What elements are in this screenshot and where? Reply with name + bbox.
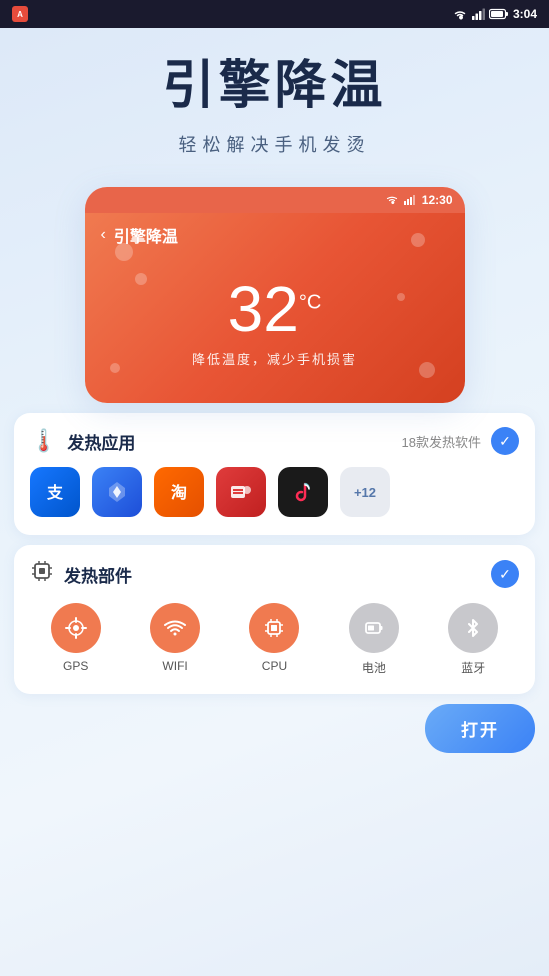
gps-icon xyxy=(51,603,101,653)
heat-components-card: 发热部件 ✓ GPS xyxy=(14,545,535,694)
app-alipay-icon: 支 xyxy=(30,467,80,517)
app-qq-icon xyxy=(216,467,266,517)
phone-status-bar: 12:30 xyxy=(85,187,465,213)
app-feishu-icon xyxy=(92,467,142,517)
app-qq-wrapper xyxy=(216,467,266,517)
app-taobao-icon: 淘 xyxy=(154,467,204,517)
phone-wifi-icon xyxy=(386,195,398,205)
svg-text:淘: 淘 xyxy=(171,483,187,502)
open-button[interactable]: 打开 xyxy=(425,704,535,753)
status-right: 3:04 xyxy=(453,7,537,21)
status-left: A xyxy=(12,6,28,22)
app-icon: A xyxy=(12,6,28,22)
heat-apps-header: 🌡️ 发热应用 18款发热软件 ✓ xyxy=(30,427,519,455)
heat-components-check[interactable]: ✓ xyxy=(491,560,519,588)
app-tiktok-wrapper xyxy=(278,467,328,517)
app-taobao-wrapper: 淘 xyxy=(154,467,204,517)
temp-number: 32 xyxy=(228,273,299,345)
phone-status-time: 12:30 xyxy=(422,193,453,207)
back-arrow-icon: ‹ xyxy=(101,226,106,244)
bluetooth-label: 蓝牙 xyxy=(461,659,485,676)
phone-signal-icon xyxy=(404,195,416,205)
temperature-display: 32°C 降低温度，减少手机损害 xyxy=(101,267,449,383)
phone-mockup: 12:30 ‹ 引擎降温 32°C 降低温度， xyxy=(85,187,465,403)
app-more-wrapper: +12 xyxy=(340,467,390,517)
heat-apps-count: 18款发热软件 xyxy=(402,432,481,451)
cpu-icon xyxy=(249,603,299,653)
cpu-label: CPU xyxy=(262,659,287,673)
components-row: GPS WIFI xyxy=(30,589,519,680)
heat-components-header: 发热部件 ✓ xyxy=(30,559,519,589)
component-battery: 电池 xyxy=(349,603,399,676)
phone-nav: ‹ 引擎降温 xyxy=(101,223,449,247)
heat-apps-icon: 🌡️ xyxy=(30,428,57,454)
main-content: 引擎降温 轻松解决手机发烫 12:30 xyxy=(0,28,549,769)
gps-label: GPS xyxy=(63,659,88,673)
status-time: 3:04 xyxy=(513,7,537,21)
temp-unit: °C xyxy=(299,292,321,314)
app-more-icon: +12 xyxy=(340,467,390,517)
heat-apps-check[interactable]: ✓ xyxy=(491,427,519,455)
temp-subtitle: 降低温度，减少手机损害 xyxy=(101,349,449,368)
bluetooth-icon xyxy=(448,603,498,653)
wifi-label: WIFI xyxy=(162,659,187,673)
signal-icon xyxy=(471,8,485,20)
hero-subtitle: 轻松解决手机发烫 xyxy=(20,131,529,157)
apps-row: 支 淘 xyxy=(30,455,519,521)
heat-apps-card: 🌡️ 发热应用 18款发热软件 ✓ 支 xyxy=(14,413,535,535)
heat-components-left: 发热部件 xyxy=(30,559,132,589)
battery-component-icon xyxy=(349,603,399,653)
phone-header: ‹ 引擎降温 32°C 降低温度，减少手机损害 xyxy=(85,213,465,403)
component-cpu: CPU xyxy=(249,603,299,673)
hero-title: 引擎降温 xyxy=(20,58,529,115)
heat-apps-title: 发热应用 xyxy=(67,429,135,454)
app-tiktok-icon xyxy=(278,467,328,517)
wifi-component-icon xyxy=(150,603,200,653)
battery-label: 电池 xyxy=(362,659,386,676)
svg-text:支: 支 xyxy=(46,483,64,502)
wifi-icon xyxy=(453,8,467,20)
deco-bubble-3 xyxy=(411,233,425,247)
phone-mockup-wrapper: 12:30 ‹ 引擎降温 32°C 降低温度， xyxy=(0,187,549,403)
app-feishu-wrapper xyxy=(92,467,142,517)
component-gps: GPS xyxy=(51,603,101,673)
deco-bubble-1 xyxy=(115,243,133,261)
component-bluetooth: 蓝牙 xyxy=(448,603,498,676)
status-bar: A 3:04 xyxy=(0,0,549,28)
open-btn-wrapper: 打开 xyxy=(0,704,549,769)
app-alipay-wrapper: 支 xyxy=(30,467,80,517)
heat-components-icon xyxy=(30,559,54,589)
heat-components-title: 发热部件 xyxy=(64,562,132,587)
hero-section: 引擎降温 轻松解决手机发烫 xyxy=(0,28,549,177)
battery-icon xyxy=(489,8,509,20)
temp-value: 32°C xyxy=(228,273,322,345)
component-wifi: WIFI xyxy=(150,603,200,673)
heat-apps-left: 🌡️ 发热应用 xyxy=(30,428,135,454)
